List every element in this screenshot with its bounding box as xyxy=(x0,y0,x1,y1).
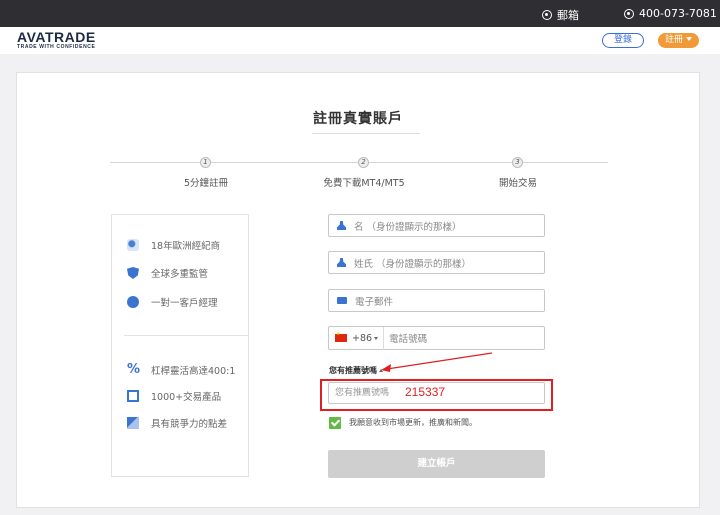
mail-icon xyxy=(542,10,552,20)
features-divider xyxy=(124,335,248,336)
feature-label: 全球多重監管 xyxy=(151,269,209,280)
phone-divider xyxy=(383,326,385,350)
first-name-placeholder: 名 （身份證顯示的那樣） xyxy=(354,221,462,233)
trend-icon xyxy=(127,417,139,429)
step-label-2: 免費下載MT4/MT5 xyxy=(323,178,405,189)
email-placeholder: 電子郵件 xyxy=(355,296,394,308)
annotation-arrow xyxy=(381,352,493,372)
annotation-code: 215337 xyxy=(405,385,446,399)
user-icon xyxy=(127,296,139,308)
phone-placeholder: 電話號碼 xyxy=(389,334,428,345)
phone-icon xyxy=(624,8,634,19)
feature-label: 具有競爭力的點差 xyxy=(151,419,228,430)
last-name-field[interactable]: 姓氏 （身份證顯示的那樣） xyxy=(328,251,545,274)
last-name-placeholder: 姓氏 （身份證顯示的那樣） xyxy=(354,258,472,270)
country-code: +86 xyxy=(352,332,373,344)
page-title: 註冊真實賬戶 xyxy=(313,111,403,127)
mail-label: 郵箱 xyxy=(557,9,579,22)
logo-text: AVATRADE xyxy=(17,29,96,45)
china-flag-icon xyxy=(335,331,347,342)
feature-item: 1000+交易產品 xyxy=(127,389,221,403)
logo-tagline: TRADE WITH CONFIDENCE xyxy=(17,44,96,50)
title-underline xyxy=(312,133,420,134)
feature-label: 一對一客戶經理 xyxy=(151,298,218,309)
coins-icon xyxy=(127,239,139,251)
feature-item: % 杠桿靈活高達400:1 xyxy=(127,363,235,377)
chevron-down-icon xyxy=(374,336,379,340)
feature-item: 具有競爭力的點差 xyxy=(127,416,227,430)
site-header: AVATRADE TRADE WITH CONFIDENCE 登錄 註冊 xyxy=(0,27,720,54)
step-label-3: 開始交易 xyxy=(498,178,537,189)
step-number-3: 3 xyxy=(512,157,523,168)
feature-item: 全球多重監管 xyxy=(127,266,208,280)
step-number-2: 2 xyxy=(358,157,369,168)
phone-link[interactable]: 400-073-7081 xyxy=(624,7,717,20)
step-number-1: 1 xyxy=(200,157,211,168)
top-bar: 郵箱 400-073-7081 xyxy=(0,0,720,27)
phone-number: 400-073-7081 xyxy=(639,7,717,20)
create-account-button[interactable]: 建立帳戶 xyxy=(328,450,545,478)
referral-toggle[interactable]: 您有推薦號嗎 xyxy=(329,365,383,376)
first-name-field[interactable]: 名 （身份證顯示的那樣） xyxy=(328,214,545,237)
consent-checkbox[interactable] xyxy=(329,417,341,429)
country-code-select[interactable]: +86 xyxy=(352,332,379,344)
percent-icon: % xyxy=(127,362,141,377)
features-panel: 18年歐洲經紀商 全球多重監管 一對一客戶經理 % 杠桿靈活高達400:1 10… xyxy=(111,214,249,477)
feature-item: 一對一客戶經理 xyxy=(127,295,218,309)
feature-label: 18年歐洲經紀商 xyxy=(151,241,221,252)
chevron-down-icon xyxy=(686,37,692,41)
consent-label: 我願意收到市場更新，推廣和新聞。 xyxy=(349,418,477,427)
feature-label: 1000+交易產品 xyxy=(151,392,222,403)
register-button[interactable]: 註冊 xyxy=(658,33,699,48)
person-icon xyxy=(337,258,346,267)
feature-label: 杠桿靈活高達400:1 xyxy=(151,366,236,377)
email-field[interactable]: 電子郵件 xyxy=(328,289,545,312)
logo[interactable]: AVATRADE TRADE WITH CONFIDENCE xyxy=(17,30,96,51)
chart-icon xyxy=(127,390,139,402)
registration-card: 註冊真實賬戶 1 2 3 5分鐘註冊 免費下載MT4/MT5 開始交易 18年歐… xyxy=(16,72,700,508)
referral-toggle-label: 您有推薦號嗎 xyxy=(329,366,377,375)
register-label: 註冊 xyxy=(664,35,683,45)
envelope-icon xyxy=(337,297,347,304)
mail-link[interactable]: 郵箱 xyxy=(542,7,579,23)
phone-field[interactable]: +86 電話號碼 xyxy=(328,326,545,350)
person-icon xyxy=(337,221,346,230)
feature-item: 18年歐洲經紀商 xyxy=(127,238,220,252)
login-button[interactable]: 登錄 xyxy=(602,33,644,48)
shield-icon xyxy=(127,267,139,279)
step-label-1: 5分鐘註冊 xyxy=(183,178,229,189)
